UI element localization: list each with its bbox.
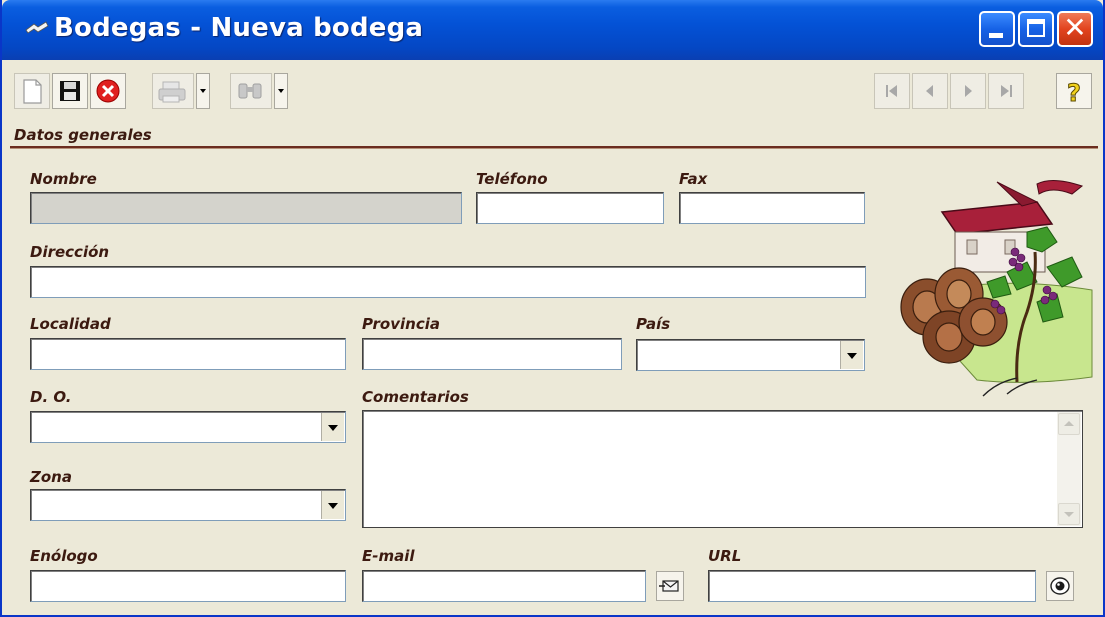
do-label: D. O. xyxy=(30,388,72,406)
scroll-down-icon[interactable] xyxy=(1058,503,1080,525)
fax-field[interactable] xyxy=(679,192,865,224)
zona-dropdown-icon[interactable] xyxy=(321,491,344,519)
previous-record-icon xyxy=(926,85,933,97)
url-field[interactable] xyxy=(708,570,1036,602)
print-icon xyxy=(158,81,186,103)
provincia-field[interactable] xyxy=(362,338,622,370)
email-field[interactable] xyxy=(362,570,646,602)
save-button[interactable] xyxy=(52,73,88,109)
comentarios-scrollbar[interactable] xyxy=(1057,412,1081,526)
next-record-button[interactable] xyxy=(950,73,986,109)
send-email-button[interactable] xyxy=(656,571,684,601)
email-label: E-mail xyxy=(362,547,415,565)
print-button[interactable] xyxy=(152,73,194,109)
first-record-icon xyxy=(886,85,897,97)
pais-select[interactable] xyxy=(636,339,865,371)
url-label: URL xyxy=(708,547,742,565)
close-button[interactable]: ✕ xyxy=(1057,11,1093,47)
winery-illustration xyxy=(900,180,1093,397)
send-email-icon xyxy=(659,580,679,592)
pais-dropdown-icon[interactable] xyxy=(840,341,863,369)
new-document-icon xyxy=(23,79,42,104)
maximize-button[interactable] xyxy=(1018,11,1054,47)
view-url-button[interactable] xyxy=(1046,571,1074,601)
new-button[interactable] xyxy=(14,73,50,109)
window-app-icon xyxy=(25,21,49,34)
zona-label: Zona xyxy=(30,468,72,486)
maximize-icon xyxy=(1027,19,1045,37)
search-button[interactable] xyxy=(230,73,272,109)
comentarios-textarea[interactable] xyxy=(362,410,1083,528)
view-eye-icon xyxy=(1050,577,1070,595)
direccion-label: Dirección xyxy=(30,243,110,261)
scroll-up-icon[interactable] xyxy=(1058,413,1080,435)
zona-select[interactable] xyxy=(30,489,346,521)
svg-text:?: ? xyxy=(1067,79,1081,107)
minimize-icon xyxy=(989,33,1003,38)
telefono-label: Teléfono xyxy=(476,170,548,188)
enologo-label: Enólogo xyxy=(30,547,98,565)
section-title: Datos generales xyxy=(14,126,152,144)
app-window: Bodegas - Nueva bodega ✕ ? Datos general… xyxy=(0,0,1105,617)
toolbar: ? xyxy=(2,60,1103,120)
provincia-label: Provincia xyxy=(362,315,440,333)
direccion-field[interactable] xyxy=(30,266,866,298)
do-select[interactable] xyxy=(30,411,346,443)
close-icon: ✕ xyxy=(1063,11,1087,44)
fax-label: Fax xyxy=(679,170,708,188)
nombre-label: Nombre xyxy=(30,170,97,188)
previous-record-button[interactable] xyxy=(912,73,948,109)
window-title: Bodegas - Nueva bodega xyxy=(54,13,424,43)
localidad-label: Localidad xyxy=(30,315,111,333)
do-dropdown-icon[interactable] xyxy=(321,413,344,441)
cancel-icon xyxy=(96,79,120,103)
help-button[interactable]: ? xyxy=(1056,73,1092,109)
nombre-field[interactable] xyxy=(30,192,462,224)
enologo-field[interactable] xyxy=(30,570,346,602)
last-record-button[interactable] xyxy=(988,73,1024,109)
first-record-button[interactable] xyxy=(874,73,910,109)
print-dropdown-arrow[interactable] xyxy=(196,73,210,109)
cancel-button[interactable] xyxy=(90,73,126,109)
help-icon: ? xyxy=(1067,79,1082,108)
title-bar[interactable]: Bodegas - Nueva bodega ✕ xyxy=(2,0,1103,60)
localidad-field[interactable] xyxy=(30,338,346,370)
last-record-icon xyxy=(1001,85,1012,97)
comentarios-label: Comentarios xyxy=(362,388,469,406)
section-divider xyxy=(10,146,1098,149)
telefono-field[interactable] xyxy=(476,192,664,224)
search-binoculars-icon xyxy=(238,83,262,99)
next-record-icon xyxy=(965,85,972,97)
pais-label: País xyxy=(636,315,671,333)
search-dropdown-arrow[interactable] xyxy=(274,73,288,109)
save-icon xyxy=(60,81,80,101)
minimize-button[interactable] xyxy=(979,11,1015,47)
